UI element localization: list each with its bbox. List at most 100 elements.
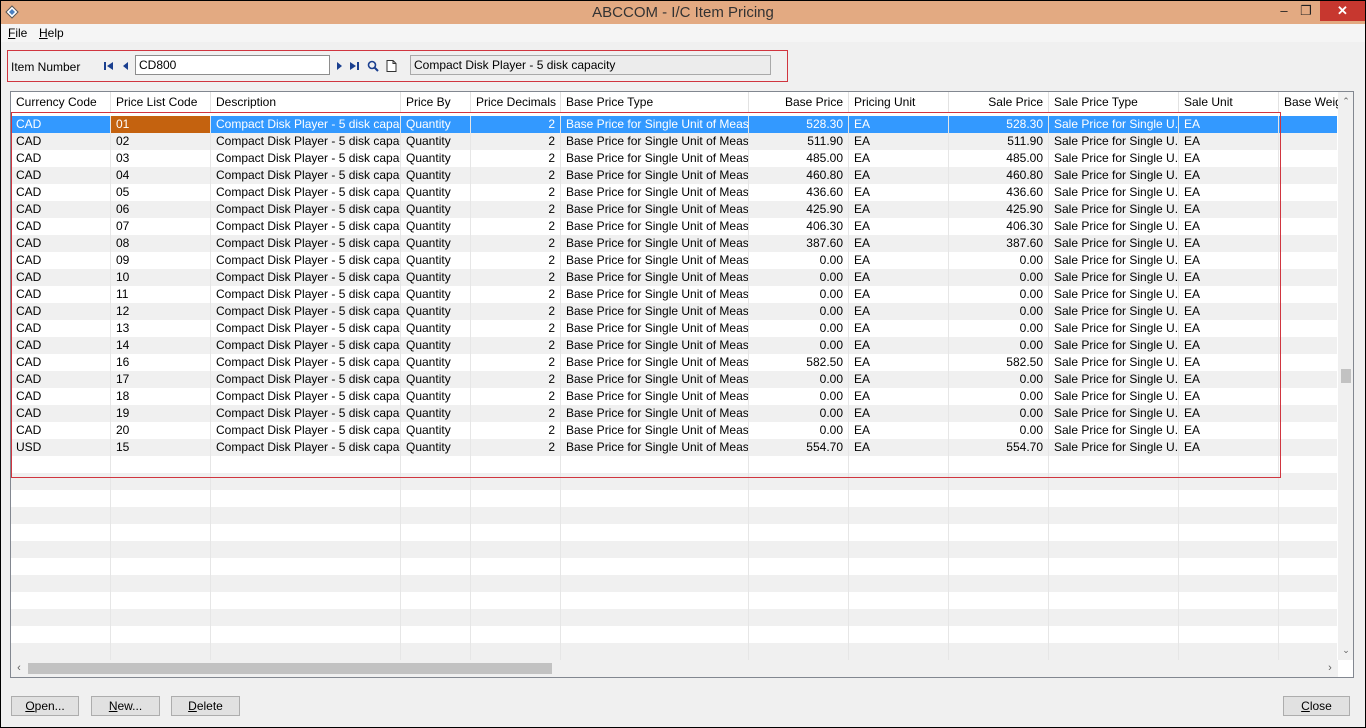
cell-pricing-unit[interactable]: EA (849, 150, 949, 167)
cell-base-price[interactable]: 0.00 (749, 286, 849, 303)
vertical-scrollbar[interactable]: ⌃ ⌄ (1338, 92, 1353, 660)
cell-base-price[interactable]: 436.60 (749, 184, 849, 201)
cell-base-price-type[interactable] (561, 643, 749, 660)
cell-description[interactable]: Compact Disk Player - 5 disk capacity (211, 218, 401, 235)
cell-pricing-unit[interactable]: EA (849, 269, 949, 286)
cell-base-price-type[interactable] (561, 490, 749, 507)
cell-sale-price[interactable]: 460.80 (949, 167, 1049, 184)
cell-sale-price-type[interactable]: Sale Price for Single U... (1049, 201, 1179, 218)
cell-price-decimals[interactable] (471, 456, 561, 473)
cell-description[interactable] (211, 626, 401, 643)
cell-price-decimals[interactable]: 2 (471, 150, 561, 167)
cell-sale-unit[interactable]: EA (1179, 320, 1279, 337)
cell-sale-price-type[interactable]: Sale Price for Single U... (1049, 252, 1179, 269)
cell-price-list-code[interactable]: 06 (111, 201, 211, 218)
cell-price-by[interactable]: Quantity (401, 388, 471, 405)
cell-base-weight[interactable] (1279, 354, 1339, 371)
cell-price-list-code[interactable] (111, 643, 211, 660)
cell-price-decimals[interactable] (471, 473, 561, 490)
cell-sale-price[interactable] (949, 643, 1049, 660)
cell-currency-code[interactable] (11, 524, 111, 541)
cell-sale-price-type[interactable]: Sale Price for Single U... (1049, 388, 1179, 405)
scroll-left-icon[interactable]: ‹ (13, 662, 25, 674)
cell-description[interactable]: Compact Disk Player - 5 disk capacity (211, 337, 401, 354)
cell-pricing-unit[interactable]: EA (849, 337, 949, 354)
first-record-icon[interactable] (104, 61, 114, 71)
cell-price-by[interactable]: Quantity (401, 439, 471, 456)
cell-sale-unit[interactable] (1179, 643, 1279, 660)
column-header-price-by[interactable]: Price By (401, 92, 471, 112)
cell-price-by[interactable]: Quantity (401, 235, 471, 252)
cell-base-weight[interactable] (1279, 388, 1339, 405)
cell-currency-code[interactable]: CAD (11, 320, 111, 337)
cell-description[interactable]: Compact Disk Player - 5 disk capacity (211, 405, 401, 422)
cell-description[interactable]: Compact Disk Player - 5 disk capacity (211, 167, 401, 184)
cell-currency-code[interactable]: CAD (11, 286, 111, 303)
cell-price-decimals[interactable]: 2 (471, 371, 561, 388)
cell-base-price[interactable]: 406.30 (749, 218, 849, 235)
cell-currency-code[interactable]: CAD (11, 269, 111, 286)
table-row[interactable]: CAD 19 Compact Disk Player - 5 disk capaci… (11, 405, 1339, 422)
column-header-pricing-unit[interactable]: Pricing Unit (849, 92, 949, 112)
cell-description[interactable]: Compact Disk Player - 5 disk capacity (211, 354, 401, 371)
cell-description[interactable]: Compact Disk Player - 5 disk capacity (211, 184, 401, 201)
cell-sale-price-type[interactable]: Sale Price for Single U... (1049, 218, 1179, 235)
cell-sale-unit[interactable]: EA (1179, 269, 1279, 286)
cell-price-list-code[interactable] (111, 609, 211, 626)
cell-sale-price-type[interactable]: Sale Price for Single U... (1049, 337, 1179, 354)
cell-price-list-code[interactable]: 01 (111, 116, 211, 133)
cell-price-by[interactable] (401, 575, 471, 592)
cell-base-price[interactable] (749, 575, 849, 592)
cell-base-price-type[interactable]: Base Price for Single Unit of Measure (561, 167, 749, 184)
cell-price-list-code[interactable]: 02 (111, 133, 211, 150)
cell-base-price[interactable] (749, 626, 849, 643)
cell-price-by[interactable]: Quantity (401, 337, 471, 354)
cell-base-weight[interactable] (1279, 235, 1339, 252)
cell-base-price-type[interactable]: Base Price for Single Unit of Measure (561, 218, 749, 235)
cell-sale-price-type[interactable] (1049, 507, 1179, 524)
empty-row[interactable] (11, 490, 1339, 507)
cell-base-weight[interactable] (1279, 320, 1339, 337)
cell-pricing-unit[interactable]: EA (849, 252, 949, 269)
menu-file[interactable]: File (8, 26, 27, 40)
cell-sale-unit[interactable]: EA (1179, 150, 1279, 167)
table-row[interactable]: CAD 02 Compact Disk Player - 5 disk capaci… (11, 133, 1339, 150)
cell-base-price-type[interactable]: Base Price for Single Unit of Measure (561, 405, 749, 422)
cell-price-decimals[interactable] (471, 524, 561, 541)
table-row[interactable]: CAD 01 Compact Disk Player - 5 disk capaci… (11, 116, 1339, 133)
cell-sale-unit[interactable]: EA (1179, 303, 1279, 320)
empty-row[interactable] (11, 541, 1339, 558)
cell-price-list-code[interactable] (111, 626, 211, 643)
cell-description[interactable]: Compact Disk Player - 5 disk capacity (211, 235, 401, 252)
cell-price-by[interactable] (401, 643, 471, 660)
empty-row[interactable] (11, 575, 1339, 592)
cell-currency-code[interactable]: CAD (11, 337, 111, 354)
cell-price-list-code[interactable] (111, 592, 211, 609)
cell-pricing-unit[interactable] (849, 592, 949, 609)
cell-sale-price[interactable]: 485.00 (949, 150, 1049, 167)
cell-base-price[interactable] (749, 592, 849, 609)
cell-base-price[interactable] (749, 490, 849, 507)
cell-price-decimals[interactable] (471, 609, 561, 626)
cell-currency-code[interactable]: CAD (11, 405, 111, 422)
cell-sale-price-type[interactable]: Sale Price for Single U... (1049, 269, 1179, 286)
cell-base-weight[interactable] (1279, 252, 1339, 269)
cell-base-weight[interactable] (1279, 405, 1339, 422)
column-header-base-price[interactable]: Base Price (749, 92, 849, 112)
pricing-grid[interactable]: Currency Code Price List Code Description P… (10, 91, 1354, 678)
cell-sale-price[interactable] (949, 609, 1049, 626)
cell-base-price[interactable]: 425.90 (749, 201, 849, 218)
table-row[interactable]: CAD 10 Compact Disk Player - 5 disk capaci… (11, 269, 1339, 286)
cell-price-decimals[interactable] (471, 575, 561, 592)
cell-base-weight[interactable] (1279, 150, 1339, 167)
cell-currency-code[interactable]: CAD (11, 184, 111, 201)
cell-pricing-unit[interactable] (849, 643, 949, 660)
cell-description[interactable]: Compact Disk Player - 5 disk capacity (211, 116, 401, 133)
cell-currency-code[interactable]: CAD (11, 371, 111, 388)
menu-help[interactable]: Help (39, 26, 64, 40)
cell-sale-unit[interactable]: EA (1179, 405, 1279, 422)
cell-price-by[interactable]: Quantity (401, 354, 471, 371)
cell-description[interactable]: Compact Disk Player - 5 disk capacity (211, 388, 401, 405)
cell-price-list-code[interactable] (111, 575, 211, 592)
cell-description[interactable] (211, 575, 401, 592)
